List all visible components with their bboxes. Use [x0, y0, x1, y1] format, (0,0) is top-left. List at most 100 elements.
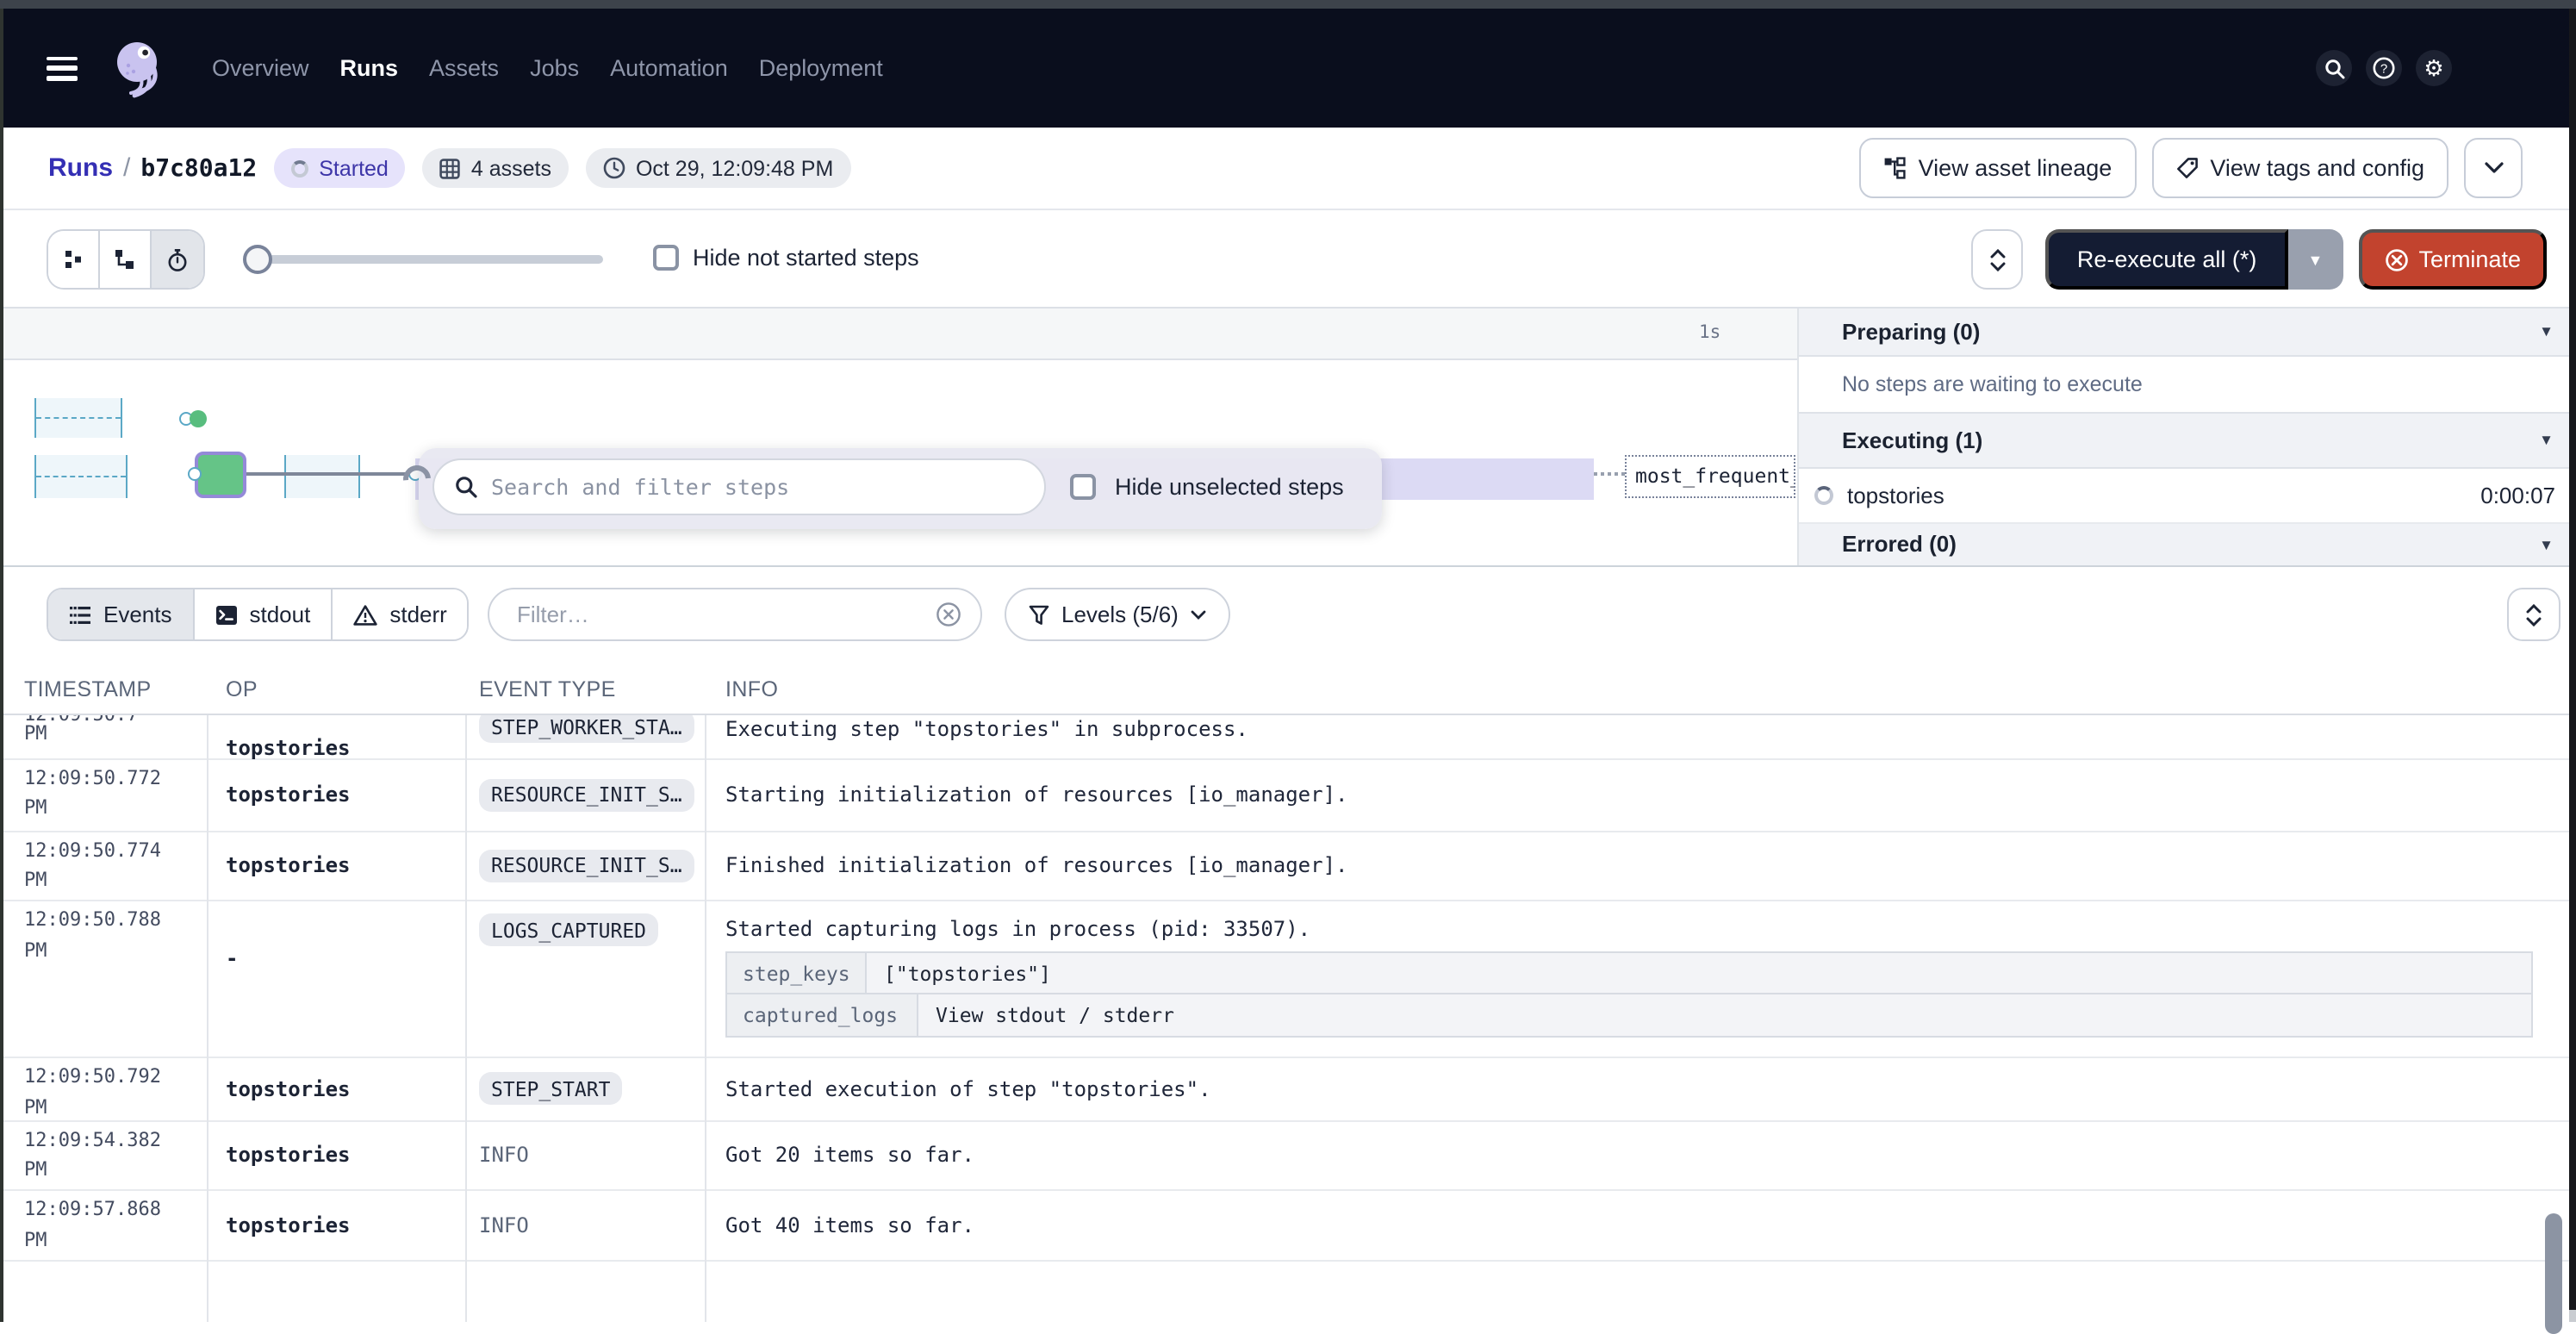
captured-logs-link[interactable]: View stdout / stderr [918, 994, 2531, 1036]
tag-icon [2175, 157, 2198, 179]
settings-button[interactable]: ⚙ [2416, 50, 2452, 86]
spinner-icon [291, 159, 308, 177]
hamburger-menu-icon[interactable] [47, 56, 78, 80]
run-status-badge[interactable]: Started [274, 148, 406, 188]
help-button[interactable]: ? [2366, 50, 2402, 86]
view-mode-waterfall-button[interactable] [100, 231, 152, 288]
gantt-zoom-slider[interactable] [246, 255, 603, 264]
nav-items: Overview Runs Assets Jobs Automation Dep… [212, 55, 883, 81]
dagster-logo-icon[interactable] [112, 37, 172, 99]
chevron-down-icon: ▼ [2539, 432, 2554, 449]
gantt-expand-collapse-button[interactable] [1972, 229, 2024, 290]
table-row[interactable]: 12:09:54.382PM topstories INFO Got 20 it… [0, 1121, 2576, 1191]
chevron-down-icon: ▼ [2539, 323, 2554, 340]
caret-down-icon: ▼ [2308, 251, 2324, 268]
asset-grid-icon [440, 158, 461, 178]
nav-item-automation[interactable]: Automation [610, 55, 728, 81]
nav-item-overview[interactable]: Overview [212, 55, 309, 81]
cancel-circle-icon [2384, 247, 2408, 271]
assets-count-badge[interactable]: 4 assets [423, 148, 569, 188]
events-scrollbar-thumb[interactable] [2545, 1213, 2562, 1334]
chevron-down-icon [1191, 609, 1206, 620]
gantt-step-selected[interactable] [195, 452, 246, 498]
gantt-step-succeeded-dot[interactable] [190, 410, 207, 427]
breadcrumb-runs-link[interactable]: Runs [48, 153, 113, 183]
table-row[interactable]: 12:09:50.774PM topstories RESOURCE_INIT_… [0, 832, 2576, 901]
events-rows-viewport[interactable]: 12:09:50.7 PM topstories STEP_WORKER_STA… [0, 715, 2576, 1322]
gantt-search-overlay: Hide unselected steps [419, 448, 1382, 528]
run-header-row: Runs / b7c80a12 Started 4 assets Oct 29,… [0, 128, 2576, 210]
page-scrollbar[interactable] [2569, 9, 2576, 1310]
preparing-empty-state: No steps are waiting to execute [1799, 356, 2576, 412]
view-mode-flat-button[interactable] [48, 231, 100, 288]
gantt-dotted-connector [1594, 471, 1625, 475]
gantt-step-most-frequent[interactable]: most_frequent_ [1625, 455, 1795, 497]
nav-item-assets[interactable]: Assets [429, 55, 499, 81]
clear-filter-icon[interactable] [936, 602, 961, 627]
table-row[interactable]: 12:09:50.7 PM topstories STEP_WORKER_STA… [0, 715, 2576, 759]
reexecute-all-button[interactable]: Re-execute all (*) [2046, 229, 2288, 290]
nav-item-deployment[interactable]: Deployment [759, 55, 883, 81]
col-header-event-type: EVENT TYPE [465, 676, 705, 701]
table-row[interactable]: 12:09:50.772PM topstories RESOURCE_INIT_… [0, 759, 2576, 832]
log-expand-collapse-button[interactable] [2507, 588, 2560, 641]
gantt-toolbar: Hide not started steps Re-execute all (*… [0, 210, 2576, 309]
col-header-info: INFO [705, 676, 2576, 701]
clock-icon [603, 157, 625, 179]
run-id: b7c80a12 [140, 154, 257, 182]
help-icon: ? [2373, 57, 2395, 79]
running-spinner-icon [397, 459, 436, 498]
view-asset-lineage-button[interactable]: View asset lineage [1860, 138, 2137, 198]
col-header-op: OP [207, 676, 465, 701]
run-more-actions-button[interactable] [2464, 138, 2523, 198]
window-left-edge [0, 9, 3, 1322]
executing-step-row[interactable]: topstories 0:00:07 [1799, 468, 2576, 524]
tab-stdout[interactable]: stdout [195, 589, 333, 639]
column-divider [207, 664, 208, 1322]
gantt-step-pending[interactable] [284, 454, 360, 497]
gantt-view-mode-control [47, 229, 205, 290]
step-search-input[interactable] [491, 474, 1024, 500]
metadata-key: step_keys [727, 953, 867, 993]
hide-unselected-checkbox[interactable] [1070, 474, 1096, 500]
flat-view-icon [62, 248, 84, 271]
nav-item-jobs[interactable]: Jobs [530, 55, 579, 81]
panel-section-executing[interactable]: Executing (1) ▼ [1799, 412, 2576, 468]
window-top-strip [0, 0, 2576, 9]
gantt-step-not-started-2[interactable] [34, 454, 128, 497]
nav-item-runs[interactable]: Runs [340, 55, 399, 81]
table-row[interactable]: 12:09:50.792PM topstories STEP_START Sta… [0, 1058, 2576, 1121]
view-tags-config-button[interactable]: View tags and config [2151, 138, 2448, 198]
reexecute-options-button[interactable]: ▼ [2287, 229, 2343, 290]
step-search-field[interactable] [432, 458, 1046, 515]
table-row-empty [0, 1262, 2576, 1322]
terminate-button[interactable]: Terminate [2358, 229, 2547, 290]
stopwatch-icon [165, 247, 190, 271]
time-tick-1s: 1s [1699, 322, 1720, 343]
table-row[interactable]: 12:09:50.788PM - LOGS_CAPTURED Started c… [0, 901, 2576, 1058]
metadata-key: captured_logs [727, 994, 918, 1036]
spinner-icon [1814, 486, 1833, 505]
tab-stderr[interactable]: stderr [333, 589, 467, 639]
levels-filter-button[interactable]: Levels (5/6) [1005, 588, 1230, 641]
gantt-step-not-started-1[interactable] [34, 397, 122, 438]
panel-section-preparing[interactable]: Preparing (0) ▼ [1799, 309, 2576, 356]
view-mode-timed-button[interactable] [152, 231, 203, 288]
gantt-zoom-slider-thumb[interactable] [243, 245, 272, 274]
gear-icon: ⚙ [2424, 57, 2443, 79]
hide-unselected-label: Hide unselected steps [1115, 474, 1344, 500]
tab-events[interactable]: Events [48, 589, 195, 639]
chevron-down-icon [1990, 261, 2006, 271]
hide-not-started-checkbox[interactable] [653, 245, 679, 271]
panel-section-errored[interactable]: Errored (0) ▼ [1799, 524, 2576, 566]
log-filter-input[interactable] [517, 602, 936, 627]
search-button[interactable] [2316, 50, 2352, 86]
breadcrumb: Runs / b7c80a12 [48, 153, 257, 183]
col-header-timestamp: TIMESTAMP [0, 676, 207, 701]
log-filter-field[interactable] [488, 588, 982, 641]
gantt-time-axis: 1s [0, 309, 1797, 360]
chevron-up-icon [1990, 247, 2006, 258]
column-divider [705, 664, 706, 1322]
gantt-connector-dot-left [188, 467, 202, 481]
table-row[interactable]: 12:09:57.868PM topstories INFO Got 40 it… [0, 1191, 2576, 1262]
